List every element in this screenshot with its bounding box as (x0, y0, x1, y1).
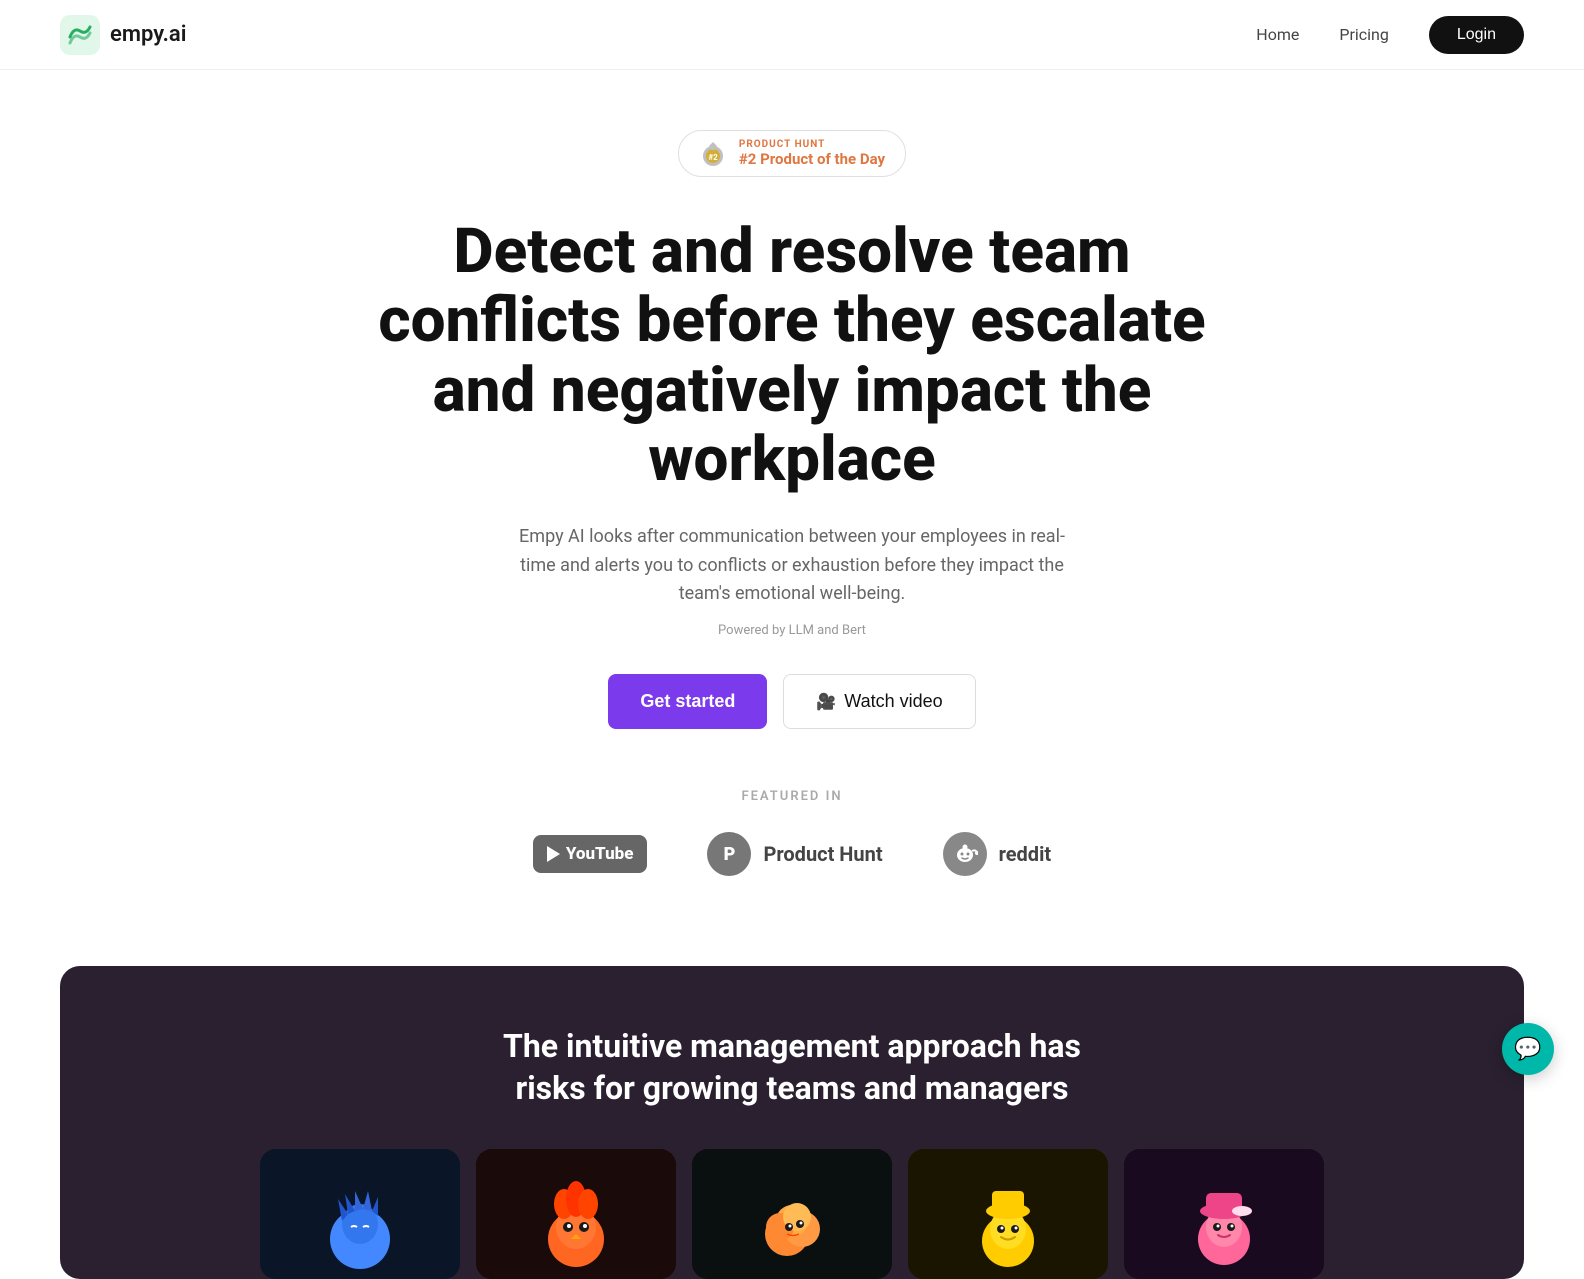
hero-subtext: Empy AI looks after communication betwee… (502, 523, 1082, 609)
producthunt-text: Product Hunt (763, 842, 882, 866)
character-3-illustration (692, 1149, 892, 1279)
logo[interactable]: empy.ai (60, 15, 186, 55)
reddit-text: reddit (999, 842, 1052, 866)
chat-bubble-icon: 💬 (1514, 1036, 1541, 1062)
character-4-illustration (908, 1149, 1108, 1279)
character-card-3 (692, 1149, 892, 1279)
youtube-play-icon (547, 846, 560, 862)
character-card-2 (476, 1149, 676, 1279)
featured-logos: YouTube P Product Hunt (533, 832, 1051, 876)
product-hunt-badge[interactable]: #2 PRODUCT HUNT #2 Product of the Day (678, 130, 906, 177)
watch-video-button[interactable]: 🎥 Watch video (783, 674, 975, 729)
medal-icon: #2 (699, 140, 727, 168)
youtube-logo: YouTube (533, 835, 648, 873)
svg-text:#2: #2 (708, 153, 718, 162)
ph-title: #2 Product of the Day (739, 150, 885, 168)
navbar: empy.ai Home Pricing Login (0, 0, 1584, 70)
cta-buttons: Get started 🎥 Watch video (608, 674, 975, 729)
character-card-1 (260, 1149, 460, 1279)
character-1-illustration (260, 1149, 460, 1279)
featured-in-section: FEATURED IN YouTube P Product Hunt (533, 789, 1051, 876)
character-5-illustration (1124, 1149, 1324, 1279)
character-card-4 (908, 1149, 1108, 1279)
dark-section: The intuitive management approach has ri… (60, 966, 1524, 1279)
nav-links: Home Pricing Login (1256, 16, 1524, 54)
powered-by-text: Powered by LLM and Bert (718, 623, 866, 638)
reddit-alien-icon (952, 841, 978, 867)
nav-pricing[interactable]: Pricing (1339, 25, 1389, 44)
video-camera-icon: 🎥 (816, 692, 836, 712)
logo-icon (60, 15, 100, 55)
character-card-5 (1124, 1149, 1324, 1279)
character-2-illustration (476, 1149, 676, 1279)
featured-in-label: FEATURED IN (741, 789, 842, 804)
dark-section-heading: The intuitive management approach has ri… (492, 1026, 1092, 1109)
chat-button[interactable]: 💬 (1502, 1023, 1554, 1075)
hero-heading: Detect and resolve team conflicts before… (342, 217, 1242, 495)
youtube-text: YouTube (566, 844, 634, 864)
login-button[interactable]: Login (1429, 16, 1524, 54)
watch-video-label: Watch video (844, 691, 942, 712)
get-started-button[interactable]: Get started (608, 674, 767, 729)
logo-text: empy.ai (110, 22, 186, 47)
ph-text: PRODUCT HUNT #2 Product of the Day (739, 139, 885, 168)
producthunt-p-icon: P (724, 844, 736, 865)
hero-section: #2 PRODUCT HUNT #2 Product of the Day De… (0, 70, 1584, 926)
reddit-logo: reddit (943, 832, 1052, 876)
nav-home[interactable]: Home (1256, 25, 1299, 44)
producthunt-logo: P Product Hunt (707, 832, 882, 876)
character-row (260, 1149, 1324, 1279)
ph-label: PRODUCT HUNT (739, 139, 825, 150)
